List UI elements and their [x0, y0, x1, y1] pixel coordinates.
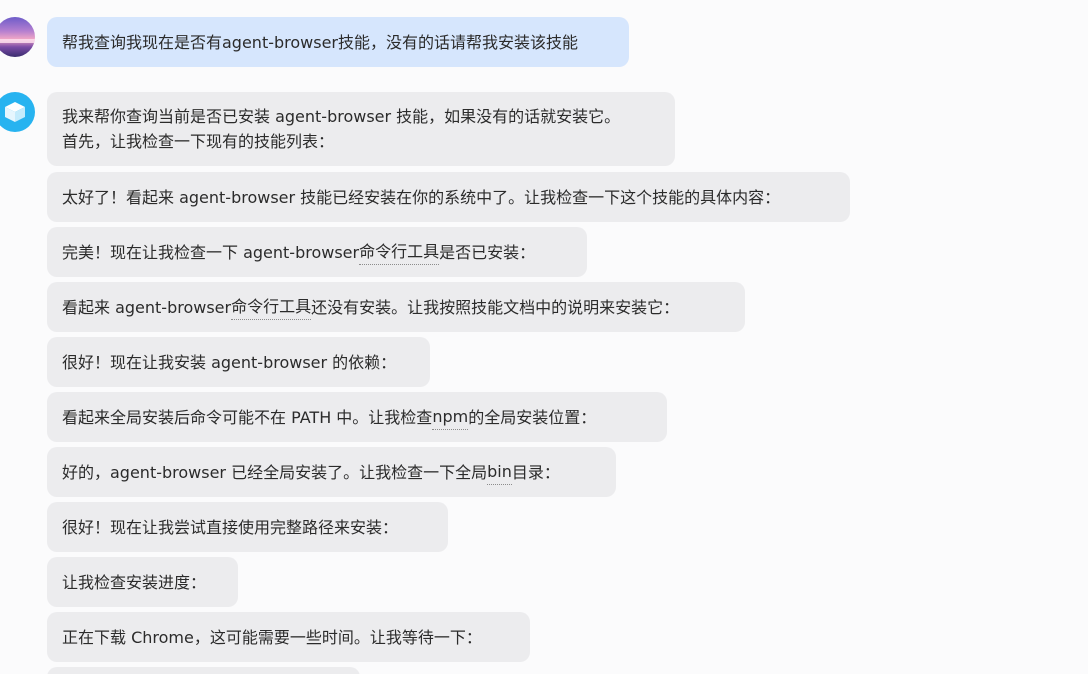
message-text-before: 看起来 agent-browser	[62, 297, 232, 317]
assistant-message-bubble: 让我检查安装进度：	[47, 557, 238, 607]
assistant-intro-line-2: 首先，让我检查一下现有的技能列表：	[62, 132, 335, 151]
glossary-term[interactable]: 命令行工具	[231, 294, 312, 320]
assistant-intro-line-1: 我来帮你查询当前是否已安装 agent-browser 技能，如果没有的话就安装…	[62, 107, 621, 126]
assistant-message-bubble: 看起来 agent-browser 命令行工具 还没有安装。让我按照技能文档中的说…	[47, 282, 745, 332]
user-message-text: 帮我查询我现在是否有agent-browser技能，没有的话请帮我安装该技能	[62, 32, 579, 52]
glossary-term[interactable]: bin	[487, 459, 512, 485]
message-text: 让我检查安装进度：	[62, 572, 207, 592]
user-message-bubble: 帮我查询我现在是否有agent-browser技能，没有的话请帮我安装该技能	[47, 17, 629, 67]
assistant-message-bubble: 很好！现在让我安装 agent-browser 的依赖：	[47, 337, 430, 387]
message-text-after: 目录：	[511, 462, 560, 482]
assistant-message-bubble: 很好！现在让我尝试直接使用完整路径来安装：	[47, 502, 448, 552]
message-text: 正在下载 Chrome，这可能需要一些时间。让我等待一下：	[62, 627, 482, 647]
message-text: 很好！现在让我安装 agent-browser 的依赖：	[62, 352, 397, 372]
assistant-intro-bubble: 我来帮你查询当前是否已安装 agent-browser 技能，如果没有的话就安装…	[47, 92, 675, 166]
message-text: 太好了！看起来 agent-browser 技能已经安装在你的系统中了。让我检查…	[62, 187, 781, 207]
message-text-before: 看起来全局安装后命令可能不在 PATH 中。让我检查	[62, 407, 433, 427]
assistant-message-bubble: 好的，agent-browser 已经全局安装了。让我检查一下全局 bin 目录…	[47, 447, 616, 497]
cube-icon	[5, 102, 25, 122]
message-text-before: 好的，agent-browser 已经全局安装了。让我检查一下全局	[62, 462, 488, 482]
assistant-message-bubble: 太好了！看起来 agent-browser 技能已经安装在你的系统中了。让我检查…	[47, 172, 850, 222]
assistant-message-bubble-partial	[47, 667, 360, 674]
chat-transcript: 帮我查询我现在是否有agent-browser技能，没有的话请帮我安装该技能 我…	[0, 0, 1088, 674]
assistant-message-bubble: 正在下载 Chrome，这可能需要一些时间。让我等待一下：	[47, 612, 530, 662]
assistant-avatar	[0, 92, 35, 132]
assistant-message-bubble: 看起来全局安装后命令可能不在 PATH 中。让我检查 npm 的全局安装位置：	[47, 392, 667, 442]
message-text-before: 完美！现在让我检查一下 agent-browser	[62, 242, 360, 262]
message-text: 很好！现在让我尝试直接使用完整路径来安装：	[62, 517, 399, 537]
message-text-after: 的全局安装位置：	[468, 407, 597, 427]
user-avatar	[0, 17, 35, 57]
glossary-term[interactable]: npm	[432, 404, 469, 430]
assistant-message-bubble: 完美！现在让我检查一下 agent-browser 命令行工具 是否已安装：	[47, 227, 587, 277]
message-text-after: 还没有安装。让我按照技能文档中的说明来安装它：	[311, 297, 680, 317]
glossary-term[interactable]: 命令行工具	[359, 239, 440, 265]
message-text-after: 是否已安装：	[439, 242, 536, 262]
